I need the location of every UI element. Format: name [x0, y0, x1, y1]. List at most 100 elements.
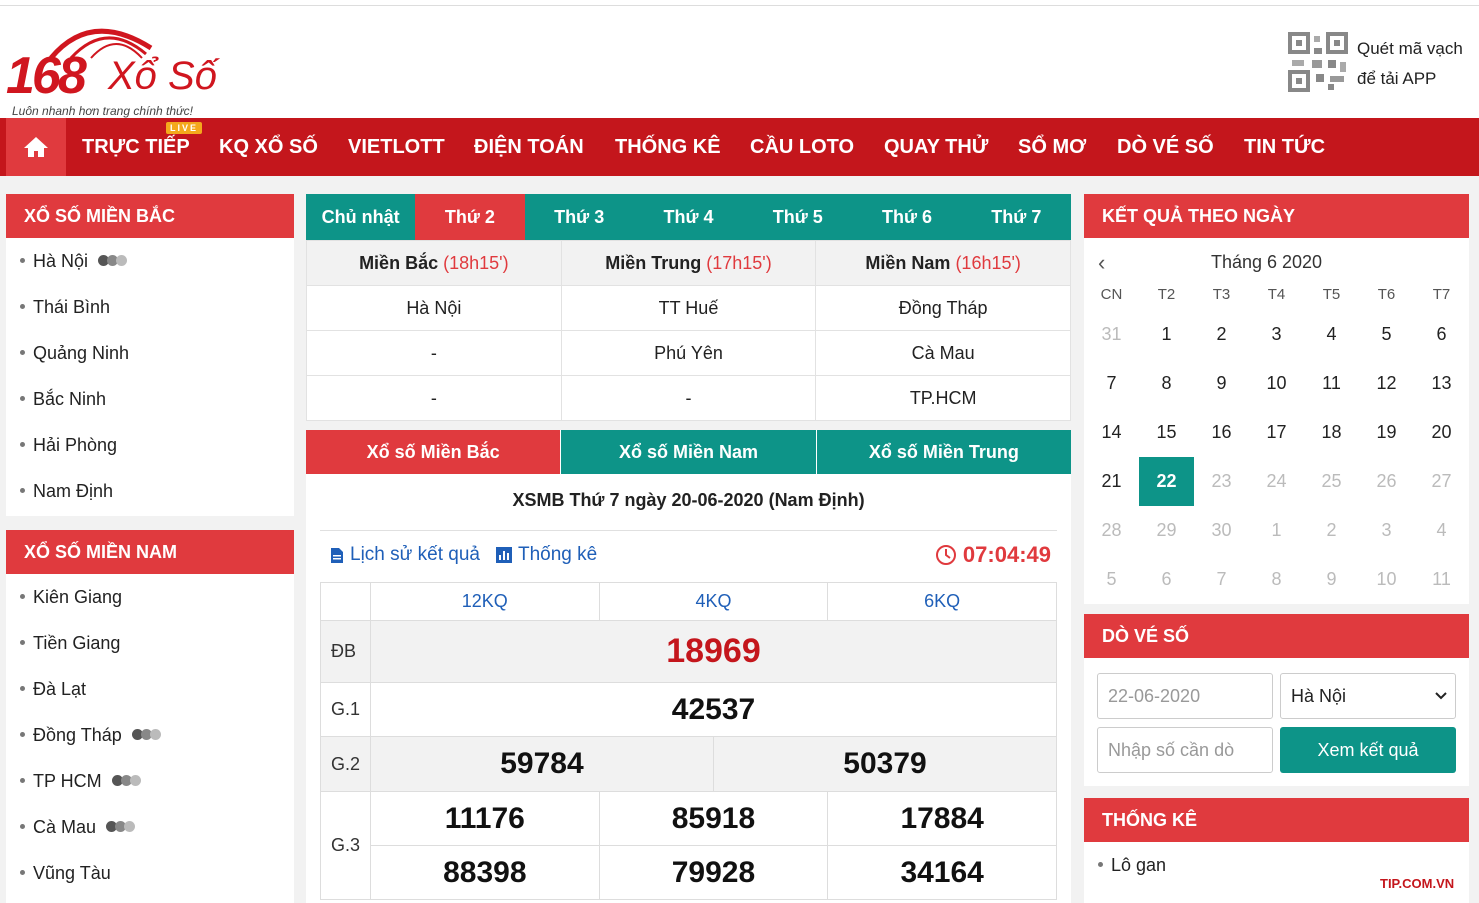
home-icon [24, 137, 48, 157]
list-item[interactable]: Bắc Ninh [6, 376, 294, 422]
sidebar-south: XỔ SỐ MIỀN NAM Kiên Giang Tiền Giang Đà … [6, 530, 294, 903]
calendar-day: 9 [1326, 569, 1337, 589]
nav-dien-toan[interactable]: ĐIỆN TOÁN [474, 118, 584, 176]
schedule-cell[interactable]: TP.HCM [815, 375, 1071, 421]
calendar-day[interactable]: 21 [1084, 457, 1139, 506]
weekday-label: T4 [1267, 286, 1286, 303]
calendar-day[interactable]: 11 [1304, 359, 1359, 408]
tab-thu-4[interactable]: Thứ 4 [634, 194, 743, 240]
table-row: ĐB 18969 [320, 620, 1058, 683]
calendar-day[interactable]: 15 [1139, 408, 1194, 457]
calendar-day: 7 [1216, 569, 1227, 589]
list-item[interactable]: Hải Phòng [6, 422, 294, 468]
list-item[interactable]: Nam Định [6, 468, 294, 514]
calendar-day: 28 [1101, 520, 1122, 540]
qr-caption-line2: để tải APP [1357, 69, 1437, 88]
calendar-day: 2 [1326, 520, 1337, 540]
ticket-check-widget: DÒ VÉ SỐ 22-06-2020 Hà Nội Nhập số cần d… [1084, 614, 1469, 786]
weekday-label: T6 [1377, 286, 1396, 303]
schedule-cell[interactable]: TT Huế [560, 285, 817, 331]
calendar-day[interactable]: 17 [1249, 408, 1304, 457]
list-item[interactable]: Đồng Tháp [6, 712, 294, 758]
divider [320, 530, 1057, 531]
list-item[interactable]: Thái Bình [6, 284, 294, 330]
schedule-cell[interactable]: Phú Yên [560, 330, 817, 376]
calendar-week: 21 22 23 24 25 26 27 [1084, 457, 1469, 506]
stats-link[interactable]: Thống kê [496, 544, 597, 566]
calendar-day[interactable]: 1 [1139, 310, 1194, 359]
calendar-day-selected[interactable]: 22 [1139, 457, 1194, 506]
nav-cau-loto[interactable]: CẦU LOTO [750, 118, 854, 176]
calendar-day[interactable]: 18 [1304, 408, 1359, 457]
calendar-week: 14 15 16 17 18 19 20 [1084, 408, 1469, 457]
list-item[interactable]: Tiền Giang [6, 620, 294, 666]
number-input[interactable]: Nhập số cần dò [1097, 727, 1273, 773]
tab-thu-3[interactable]: Thứ 3 [525, 194, 634, 240]
nav-quay-thu[interactable]: QUAY THỬ [884, 118, 988, 176]
site-header: 168 Xổ Số Luôn nhanh hơn trang chính thứ… [0, 6, 1479, 118]
list-item[interactable]: Vũng Tàu [6, 850, 294, 896]
tab-mien-trung[interactable]: Xổ số Miền Trung [815, 430, 1071, 474]
calendar-day[interactable]: 6 [1414, 310, 1469, 359]
calendar-day[interactable]: 3 [1249, 310, 1304, 359]
calendar-day[interactable]: 7 [1084, 359, 1139, 408]
tab-mien-nam[interactable]: Xổ số Miền Nam [560, 430, 816, 474]
nav-vietlott[interactable]: VIETLOTT [348, 118, 445, 176]
calendar-title: KẾT QUẢ THEO NGÀY [1084, 194, 1469, 238]
nav-kq-xo-so[interactable]: KQ XỔ SỐ [219, 118, 318, 176]
history-link[interactable]: Lịch sử kết quả [330, 544, 480, 566]
calendar-day[interactable]: 2 [1194, 310, 1249, 359]
tab-thu-2[interactable]: Thứ 2 [415, 194, 525, 240]
table-row: 88398 79928 34164 [321, 845, 1057, 900]
date-input[interactable]: 22-06-2020 [1097, 673, 1273, 719]
prize-number: 88398 [369, 845, 600, 900]
site-logo[interactable]: 168 Xổ Số Luôn nhanh hơn trang chính thứ… [6, 14, 226, 118]
tab-chu-nhat[interactable]: Chủ nhật [306, 194, 415, 240]
calendar-day[interactable]: 9 [1194, 359, 1249, 408]
list-item[interactable]: Kiên Giang [6, 574, 294, 620]
list-item[interactable]: Hà Nội [6, 238, 294, 284]
kq-4-option[interactable]: 4KQ [598, 582, 829, 621]
nav-thong-ke[interactable]: THỐNG KÊ [615, 118, 721, 176]
tab-thu-6[interactable]: Thứ 6 [852, 194, 961, 240]
calendar-day[interactable]: 14 [1084, 408, 1139, 457]
list-item[interactable]: Đà Lạt [6, 666, 294, 712]
qr-code-icon[interactable] [1288, 32, 1348, 92]
calendar-week: 5 6 7 8 9 10 11 [1084, 555, 1469, 604]
calendar-day[interactable]: 5 [1359, 310, 1414, 359]
calendar-day[interactable]: 4 [1304, 310, 1359, 359]
schedule-cell[interactable]: Hà Nội [306, 285, 562, 331]
calendar-day[interactable]: 13 [1414, 359, 1469, 408]
tab-thu-7[interactable]: Thứ 7 [962, 194, 1071, 240]
list-item[interactable]: TP HCM [6, 758, 294, 804]
list-item-label: Vũng Tàu [33, 863, 111, 883]
home-button[interactable] [6, 118, 66, 176]
tab-thu-5[interactable]: Thứ 5 [743, 194, 852, 240]
calendar-week: 31 1 2 3 4 5 6 [1084, 310, 1469, 359]
calendar-day[interactable]: 19 [1359, 408, 1414, 457]
view-result-button[interactable]: Xem kết quả [1280, 727, 1456, 773]
empty-cell [320, 582, 371, 621]
list-item[interactable]: Cà Mau [6, 804, 294, 850]
list-item-label: Cà Mau [33, 817, 97, 837]
calendar-day[interactable]: 12 [1359, 359, 1414, 408]
list-item[interactable]: Quảng Ninh [6, 330, 294, 376]
calendar-day[interactable]: 16 [1194, 408, 1249, 457]
tab-mien-bac[interactable]: Xổ số Miền Bắc [306, 430, 561, 474]
nav-tin-tuc[interactable]: TIN TỨC [1244, 118, 1325, 176]
nav-do-ve-so[interactable]: DÒ VÉ SỐ [1117, 118, 1214, 176]
calendar-day: 27 [1431, 471, 1452, 491]
nav-so-mo[interactable]: SỔ MƠ [1018, 118, 1086, 176]
calendar-day[interactable]: 20 [1414, 408, 1469, 457]
calendar-day[interactable]: 8 [1139, 359, 1194, 408]
province-select[interactable]: Hà Nội [1280, 673, 1456, 719]
calendar-nav: ‹ Tháng 6 2020 [1084, 250, 1469, 275]
day-tabs: Chủ nhật Thứ 2 Thứ 3 Thứ 4 Thứ 5 Thứ 6 T… [306, 194, 1071, 240]
schedule-cell[interactable]: Đồng Tháp [815, 285, 1071, 331]
kq-6-option[interactable]: 6KQ [827, 582, 1057, 621]
schedule-cell[interactable]: Cà Mau [815, 330, 1071, 376]
calendar-day[interactable]: 10 [1249, 359, 1304, 408]
bar-chart-icon [496, 547, 512, 563]
kq-12-option[interactable]: 12KQ [369, 582, 600, 621]
calendar-day: 4 [1436, 520, 1447, 540]
